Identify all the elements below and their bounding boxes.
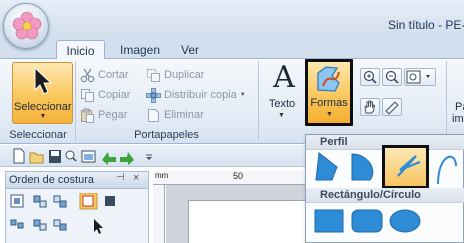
shape-polygon-icon[interactable] <box>315 152 338 181</box>
shape-arc-icon[interactable] <box>351 153 374 181</box>
ruler-unit-label: mm <box>155 171 169 180</box>
clipboard-icon <box>81 108 94 123</box>
cortar-button[interactable]: Cortar <box>80 66 129 84</box>
expand-icon[interactable] <box>10 219 24 229</box>
zoom-icon[interactable] <box>65 150 77 162</box>
pegar-label: Pegar <box>98 109 128 121</box>
eliminar-label: Eliminar <box>164 109 204 121</box>
distribuir-copia-label: Distribuir copia <box>164 89 237 101</box>
shape-rounded-rectangle-icon[interactable] <box>351 209 383 233</box>
open-folder-icon[interactable] <box>29 152 44 164</box>
group-separator <box>258 61 259 141</box>
rect-circle-shapes-row <box>314 209 421 233</box>
group-label-seleccionar: Seleccionar <box>9 129 67 141</box>
zoom-in-icon <box>363 70 377 84</box>
ruler-mark-label: 50 <box>233 171 244 181</box>
pointer-icon[interactable] <box>94 219 103 234</box>
shape-curve-icon[interactable] <box>437 155 457 185</box>
delete-page-icon <box>148 108 159 122</box>
ruler-pencil-icon <box>385 101 399 115</box>
move-first-icon[interactable] <box>33 195 47 208</box>
chevron-down-icon: ▼ <box>239 92 246 98</box>
fit-view-button[interactable] <box>404 68 436 86</box>
undo-icon[interactable] <box>102 152 116 165</box>
layer-order-alt-icon[interactable] <box>53 219 67 231</box>
close-icon[interactable]: × <box>133 172 139 184</box>
duplicate-icon <box>147 68 160 82</box>
eliminar-button[interactable]: Eliminar <box>146 106 204 124</box>
hand-icon <box>364 100 376 114</box>
tab-ver[interactable]: Ver <box>176 40 204 59</box>
pin-icon[interactable]: ⊣ <box>116 172 125 183</box>
measure-button[interactable] <box>382 98 402 116</box>
seleccionar-label: Seleccionar <box>14 101 72 113</box>
texto-button[interactable]: A <box>271 60 297 95</box>
app-menu-button[interactable] <box>3 3 49 49</box>
select-all-icon[interactable] <box>10 194 24 208</box>
layer-order-icon[interactable] <box>33 219 47 231</box>
redo-icon[interactable] <box>120 152 134 165</box>
stop-icon[interactable] <box>105 196 115 206</box>
group-label-portapapeles: Portapapeles <box>134 129 199 141</box>
zoom-out-icon <box>385 70 399 84</box>
panel-title: Orden de costura <box>9 174 94 186</box>
tab-inicio[interactable]: Inicio <box>56 40 105 59</box>
new-file-icon[interactable] <box>13 148 25 164</box>
shape-zigzag-icon <box>397 155 421 177</box>
texto-label: Texto <box>268 98 296 110</box>
customize-quick-access-icon[interactable] <box>146 154 152 160</box>
distribuir-copia-button[interactable]: Distribuir copia ▼ <box>146 86 246 104</box>
perfil-shapes-row <box>315 152 457 185</box>
chevron-down-icon: ▼ <box>278 112 285 119</box>
move-back-icon[interactable] <box>53 195 67 208</box>
save-icon[interactable] <box>49 150 61 163</box>
shape-rectangle-icon[interactable] <box>314 209 344 233</box>
panel-toolbar-icons <box>10 193 115 234</box>
pegar-button[interactable]: Pegar <box>80 106 127 124</box>
flower-logo-icon <box>12 11 42 40</box>
chevron-down-icon: ▼ <box>326 111 333 118</box>
sewing-order-active-icon[interactable] <box>79 193 98 210</box>
formas-label: Formas <box>310 97 348 109</box>
rectangulo-circulo-section-header: Rectángulo/Círculo <box>306 188 464 203</box>
duplicar-label: Duplicar <box>164 69 205 81</box>
distribute-icon <box>146 87 161 103</box>
group-separator <box>446 61 447 141</box>
quick-access-icons <box>13 148 152 165</box>
tab-imagen[interactable]: Imagen <box>114 40 166 59</box>
zoom-out-button[interactable] <box>382 68 402 86</box>
copy-icon <box>81 88 94 102</box>
fit-view-icon <box>406 70 430 84</box>
scissors-icon <box>80 68 95 82</box>
cut-off-group-label: Pa <box>455 101 464 113</box>
pan-button[interactable] <box>360 98 380 116</box>
cut-off-group-label: im <box>452 113 464 125</box>
cortar-label: Cortar <box>98 69 129 81</box>
shape-ellipse-icon[interactable] <box>389 209 421 233</box>
cursor-arrow-icon <box>34 66 53 95</box>
chevron-down-icon: ▼ <box>39 113 47 120</box>
shapes-icon <box>317 66 340 92</box>
copiar-label: Copiar <box>98 89 131 101</box>
vertical-ruler <box>153 185 165 243</box>
window-title: Sin título - PE-D <box>388 18 464 32</box>
duplicar-button[interactable]: Duplicar <box>146 66 204 84</box>
preview-icon[interactable] <box>81 150 96 163</box>
zoom-in-button[interactable] <box>360 68 380 86</box>
copiar-button[interactable]: Copiar <box>80 86 130 104</box>
